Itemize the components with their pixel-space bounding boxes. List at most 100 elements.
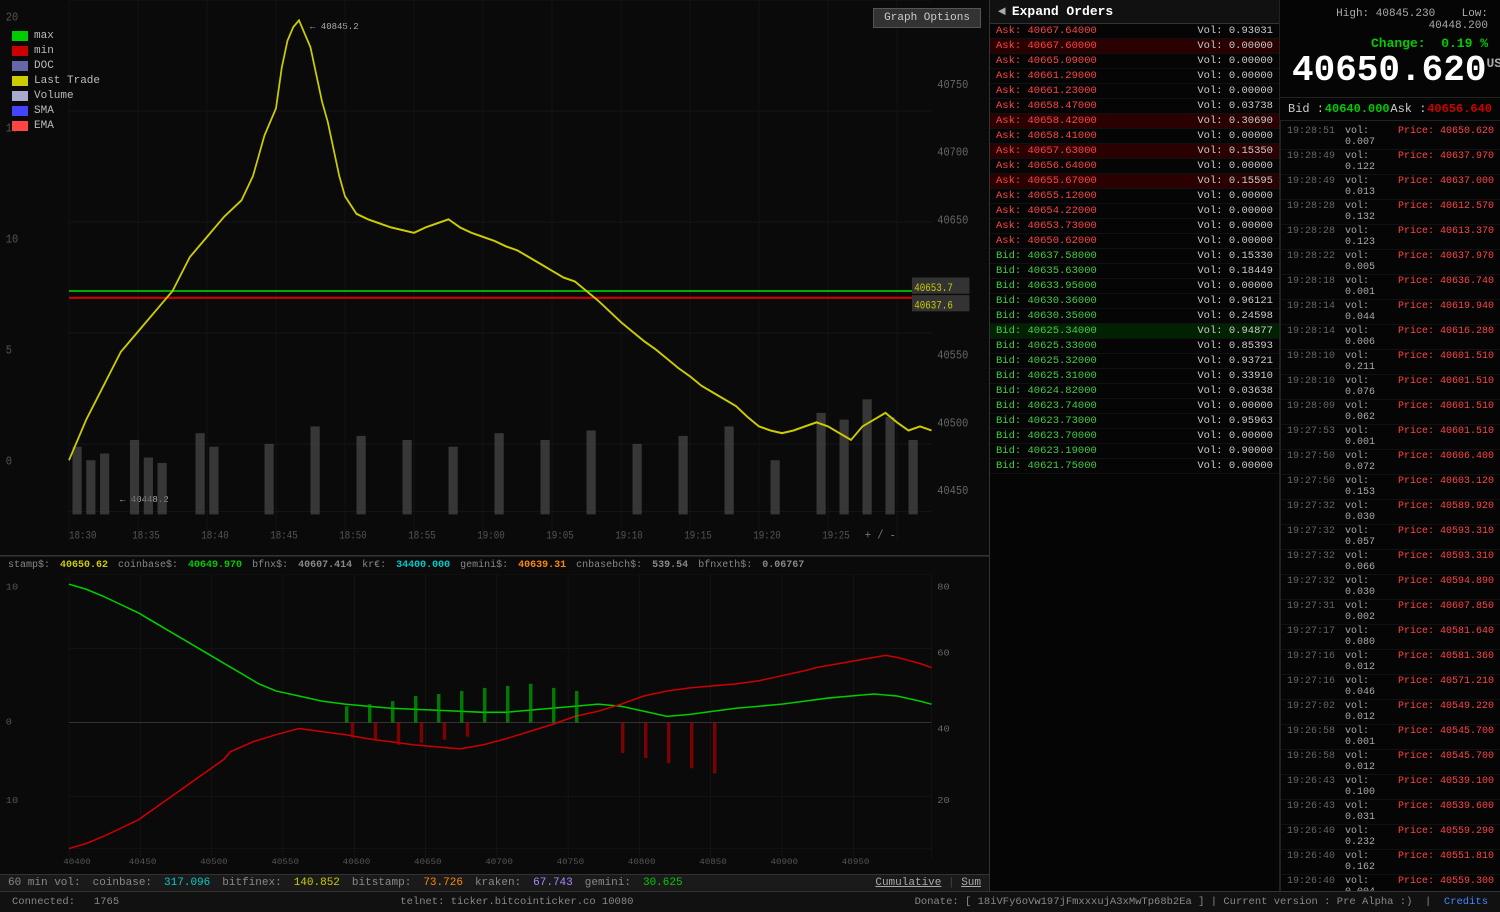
order-row: Bid: 40624.82000Vol: 0.03638 xyxy=(990,384,1279,399)
top-chart-svg: 40800 40750 40700 40650 40600 40550 4050… xyxy=(0,0,989,555)
svg-text:40450: 40450 xyxy=(129,857,157,866)
svg-text:40700: 40700 xyxy=(937,147,968,160)
bfnxeth-value: 0.06767 xyxy=(762,560,804,571)
svg-text:+ / -: + / - xyxy=(865,530,896,543)
trade-row: 19:28:51vol: 0.007Price: 40650.620 xyxy=(1281,125,1500,150)
cnbase-label: cnbasebch$: xyxy=(576,560,642,571)
order-row: Bid: 40623.73000Vol: 0.95963 xyxy=(990,414,1279,429)
svg-text:18:35: 18:35 xyxy=(132,531,160,543)
order-row: Bid: 40630.35000Vol: 0.24598 xyxy=(990,309,1279,324)
price-highlow: High: 40845.230 Low: 40448.200 xyxy=(1292,8,1488,32)
legend-color-max xyxy=(12,31,28,41)
bitstamp-vol-value: 73.726 xyxy=(423,877,463,889)
svg-text:40600: 40600 xyxy=(343,857,371,866)
svg-text:40650: 40650 xyxy=(414,857,442,866)
order-row: Ask: 40661.29000Vol: 0.00000 xyxy=(990,69,1279,84)
bfnx-value: 40607.414 xyxy=(298,560,352,571)
coinbase-value: 40649.970 xyxy=(188,560,242,571)
cumulative-controls: Cumulative | Sum xyxy=(875,877,981,889)
svg-text:20: 20 xyxy=(6,12,19,25)
credits-link[interactable]: Credits xyxy=(1444,896,1488,908)
order-row: Bid: 40625.31000Vol: 0.33910 xyxy=(990,369,1279,384)
legend-color-ema xyxy=(12,121,28,131)
trade-row: 19:28:49vol: 0.013Price: 40637.000 xyxy=(1281,175,1500,200)
connected-value: 1765 xyxy=(94,896,119,908)
svg-text:40700: 40700 xyxy=(485,857,513,866)
top-chart-wrapper: Graph Options max min DOC xyxy=(0,0,989,555)
order-row: Ask: 40654.22000Vol: 0.00000 xyxy=(990,204,1279,219)
svg-text:0: 0 xyxy=(6,456,12,469)
order-row: Ask: 40656.64000Vol: 0.00000 xyxy=(990,159,1279,174)
coinbase-vol-value: 317.096 xyxy=(164,877,210,889)
order-row: Bid: 40625.34000Vol: 0.94877 xyxy=(990,324,1279,339)
trade-row: 19:26:40vol: 0.232Price: 40559.290 xyxy=(1281,825,1500,850)
trade-row: 19:27:32vol: 0.066Price: 40593.310 xyxy=(1281,550,1500,575)
svg-text:40750: 40750 xyxy=(937,79,968,92)
main-layout: Graph Options max min DOC xyxy=(0,0,1500,912)
bid-ask-row: Bid : 40640.000 Ask : 40656.640 xyxy=(1280,98,1500,121)
svg-text:18:30: 18:30 xyxy=(69,531,97,543)
ask-value: 40656.640 xyxy=(1427,102,1492,116)
chart-legend: max min DOC Last Trade xyxy=(12,30,100,135)
trade-row: 19:26:43vol: 0.100Price: 40539.100 xyxy=(1281,775,1500,800)
legend-label-volume: Volume xyxy=(34,90,74,102)
order-row: Ask: 40661.23000Vol: 0.00000 xyxy=(990,84,1279,99)
legend-item-min: min xyxy=(12,45,100,57)
bid-label: Bid : xyxy=(1288,102,1324,116)
orders-header-label: Expand Orders xyxy=(1012,4,1113,19)
telnet-info: telnet: ticker.bitcointicker.co 10080 xyxy=(400,896,633,908)
price-main-value: 40650.620 xyxy=(1292,50,1486,91)
trade-row: 19:27:53vol: 0.001Price: 40601.510 xyxy=(1281,425,1500,450)
gemini-vol-label: gemini: xyxy=(585,877,631,889)
cumulative-link[interactable]: Cumulative xyxy=(875,877,941,889)
legend-label-sma: SMA xyxy=(34,105,54,117)
donate-text: Donate: [ 18iVFy6oVw197jFmxxxujA3xMwTp68… xyxy=(915,896,1413,908)
trade-row: 19:27:02vol: 0.012Price: 40549.220 xyxy=(1281,700,1500,725)
cumulative-bar: 60 min vol: coinbase: 317.096 bitfinex: … xyxy=(0,874,989,891)
trade-row: 19:26:43vol: 0.031Price: 40539.600 xyxy=(1281,800,1500,825)
separator: | xyxy=(948,877,961,889)
trade-row: 19:28:49vol: 0.122Price: 40637.970 xyxy=(1281,150,1500,175)
svg-text:40750: 40750 xyxy=(557,857,585,866)
order-row: Bid: 40635.63000Vol: 0.18449 xyxy=(990,264,1279,279)
legend-item-sma: SMA xyxy=(12,105,100,117)
price-header: High: 40845.230 Low: 40448.200 Change: 0… xyxy=(1280,0,1500,98)
svg-text:40900: 40900 xyxy=(771,857,799,866)
svg-text:40637.6: 40637.6 xyxy=(914,301,953,313)
legend-color-sma xyxy=(12,106,28,116)
sum-link[interactable]: Sum xyxy=(961,877,981,889)
graph-options-button[interactable]: Graph Options xyxy=(873,8,981,28)
trade-row: 19:27:17vol: 0.080Price: 40581.640 xyxy=(1281,625,1500,650)
order-row: Ask: 40655.67000Vol: 0.15595 xyxy=(990,174,1279,189)
order-row: Ask: 40658.41000Vol: 0.00000 xyxy=(990,129,1279,144)
bfnxeth-label: bfnxeth$: xyxy=(698,560,752,571)
bottom-chart: 80 60 40 20 10 0 10 xyxy=(0,574,989,874)
legend-color-doc xyxy=(12,61,28,71)
price-main-display: 40650.620USD/BTC xyxy=(1292,53,1488,89)
expand-orders-button[interactable]: ◄ Expand Orders xyxy=(990,0,1279,24)
svg-text:19:25: 19:25 xyxy=(822,531,850,543)
legend-color-min xyxy=(12,46,28,56)
trade-row: 19:26:40vol: 0.162Price: 40551.810 xyxy=(1281,850,1500,875)
change-value: 0.19 % xyxy=(1441,36,1488,51)
price-change: Change: 0.19 % xyxy=(1292,36,1488,51)
right-panel: High: 40845.230 Low: 40448.200 Change: 0… xyxy=(1280,0,1500,891)
order-row: Ask: 40658.42000Vol: 0.30690 xyxy=(990,114,1279,129)
svg-text:40653.7: 40653.7 xyxy=(914,283,953,295)
trade-row: 19:28:28vol: 0.123Price: 40613.370 xyxy=(1281,225,1500,250)
trade-row: 19:28:22vol: 0.005Price: 40637.970 xyxy=(1281,250,1500,275)
svg-text:19:10: 19:10 xyxy=(615,531,643,543)
kraken-vol-label: kraken: xyxy=(475,877,521,889)
svg-text:18:50: 18:50 xyxy=(339,531,367,543)
trade-row: 19:27:32vol: 0.057Price: 40593.310 xyxy=(1281,525,1500,550)
bid-value: 40640.000 xyxy=(1325,102,1390,116)
low-value: 40448.200 xyxy=(1429,20,1488,32)
stamp-label: stamp$: xyxy=(8,560,50,571)
legend-item-doc: DOC xyxy=(12,60,100,72)
order-row: Ask: 40658.47000Vol: 0.03738 xyxy=(990,99,1279,114)
order-row: Bid: 40621.75000Vol: 0.00000 xyxy=(990,459,1279,474)
order-row: Ask: 40665.09000Vol: 0.00000 xyxy=(990,54,1279,69)
svg-text:10: 10 xyxy=(6,795,19,805)
status-bar: Connected: 1765 telnet: ticker.bitcointi… xyxy=(0,891,1500,912)
trade-row: 19:27:16vol: 0.012Price: 40581.360 xyxy=(1281,650,1500,675)
